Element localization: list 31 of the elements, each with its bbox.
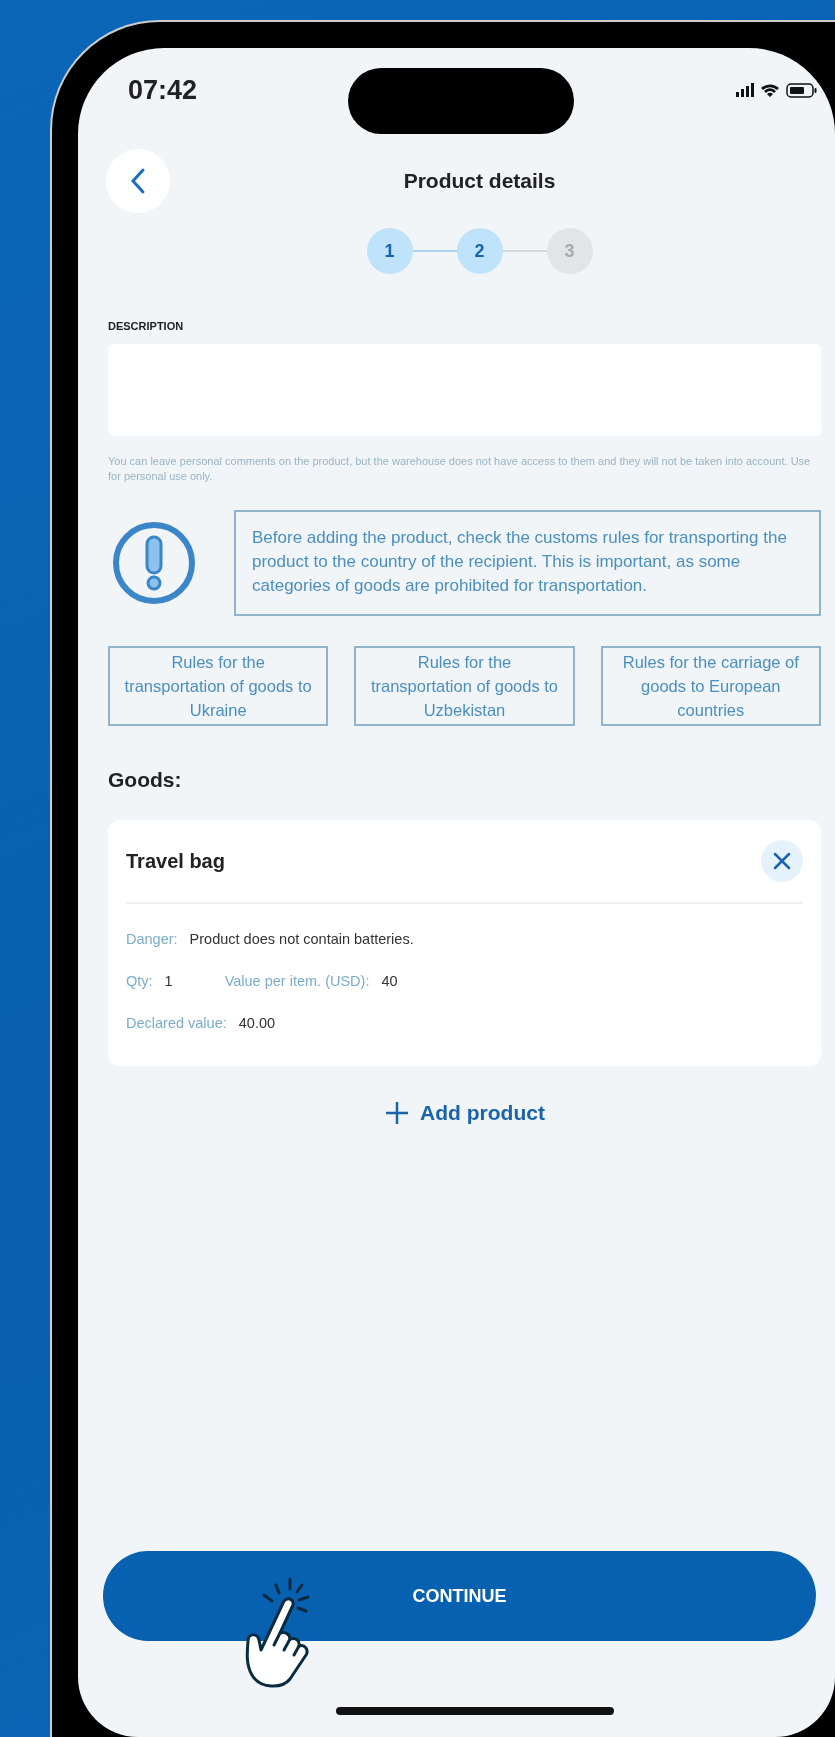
rules-link[interactable]: Rules for the transportation of goods to Ukraine <box>108 646 329 726</box>
continue-button[interactable]: CONTINUE <box>103 1551 816 1641</box>
step-indicator: 1 <box>366 228 413 274</box>
field-value: Product does not contain batteries. <box>189 931 414 947</box>
battery-icon <box>786 82 817 98</box>
field-label: Qty: <box>126 973 153 989</box>
step-indicator: 3 <box>546 228 593 274</box>
product-name: Travel bag <box>126 849 225 873</box>
plus-icon <box>384 1100 411 1126</box>
rules-link[interactable]: Rules for the transportation of goods to Uzbekistan <box>354 646 575 726</box>
rules-link[interactable]: Rules for the carriage of goods to European countries <box>600 646 821 726</box>
field-hint: You can leave personal comments on the product, but the warehouse does not have access to them and they will not be taken into account. Use for personal use only. <box>108 454 812 484</box>
field-label: Declared value: <box>126 1015 227 1031</box>
close-button[interactable] <box>761 840 803 882</box>
exclamation-icon <box>110 519 198 607</box>
add-product-button[interactable]: Add product <box>380 1096 549 1130</box>
wifi-icon <box>761 83 779 97</box>
field-label: Value per item. (USD): <box>224 973 370 989</box>
field-label: Danger: <box>126 931 178 947</box>
step-connector <box>412 250 457 252</box>
step-indicator: 2 <box>456 228 503 274</box>
notice-text: Before adding the product, check the customs rules for transporting the product to the country of the recipient. This is important, as some categories of goods are prohibited for transportation. <box>234 510 821 616</box>
field-value: 40.00 <box>238 1015 276 1031</box>
section-heading: Goods: <box>108 768 183 792</box>
page-title: Product details <box>403 169 556 193</box>
signal-icon <box>736 83 754 97</box>
field-value: 1 <box>164 973 173 989</box>
status-time: 07:42 <box>128 74 198 106</box>
close-icon <box>772 851 792 871</box>
field-label: DESCRIPTION <box>108 320 185 332</box>
field-value: 40 <box>381 973 398 989</box>
